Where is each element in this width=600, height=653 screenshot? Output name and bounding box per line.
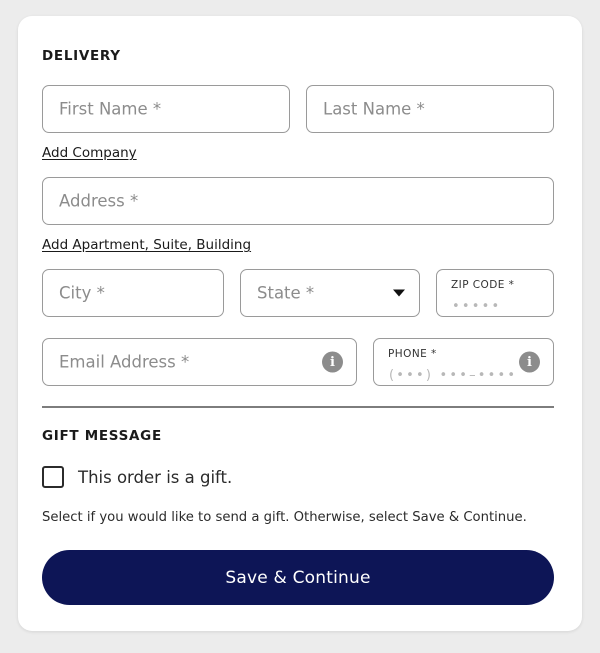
address-field[interactable]: Address *	[42, 177, 554, 225]
phone-info-icon[interactable]	[519, 351, 540, 373]
email-placeholder: Email Address *	[59, 352, 190, 372]
zip-code-field[interactable]: ZIP CODE * •••••	[436, 269, 554, 317]
phone-label: PHONE *	[388, 348, 437, 360]
zip-code-label: ZIP CODE *	[451, 279, 515, 291]
section-divider	[42, 406, 554, 408]
checkout-delivery-card: DELIVERY First Name * Last Name * Add Co…	[18, 16, 582, 631]
city-placeholder: City *	[59, 283, 105, 303]
state-placeholder: State *	[257, 283, 315, 303]
gift-checkbox-row[interactable]: This order is a gift.	[42, 466, 232, 488]
email-field[interactable]: Email Address *	[42, 338, 357, 386]
first-name-field[interactable]: First Name *	[42, 85, 290, 133]
gift-checkbox-label: This order is a gift.	[78, 467, 233, 487]
first-name-placeholder: First Name *	[59, 99, 162, 119]
gift-helper-text: Select if you would like to send a gift.…	[42, 510, 527, 525]
gift-checkbox[interactable]	[42, 466, 64, 488]
address-placeholder: Address *	[59, 191, 139, 211]
zip-code-value: •••••	[452, 299, 502, 314]
save-continue-button[interactable]: Save & Continue	[42, 550, 554, 605]
add-apartment-link[interactable]: Add Apartment, Suite, Building	[42, 237, 251, 253]
add-company-link[interactable]: Add Company	[42, 145, 137, 161]
phone-field[interactable]: PHONE * (•••) •••–••••	[373, 338, 554, 386]
last-name-placeholder: Last Name *	[323, 99, 425, 119]
email-info-icon[interactable]	[322, 351, 343, 373]
city-field[interactable]: City *	[42, 269, 224, 317]
delivery-section-title: DELIVERY	[42, 48, 121, 64]
last-name-field[interactable]: Last Name *	[306, 85, 554, 133]
phone-value: (•••) •••–••••	[389, 368, 518, 383]
chevron-down-icon[interactable]	[393, 289, 405, 297]
gift-message-section-title: GIFT MESSAGE	[42, 428, 162, 444]
state-select[interactable]: State *	[240, 269, 420, 317]
